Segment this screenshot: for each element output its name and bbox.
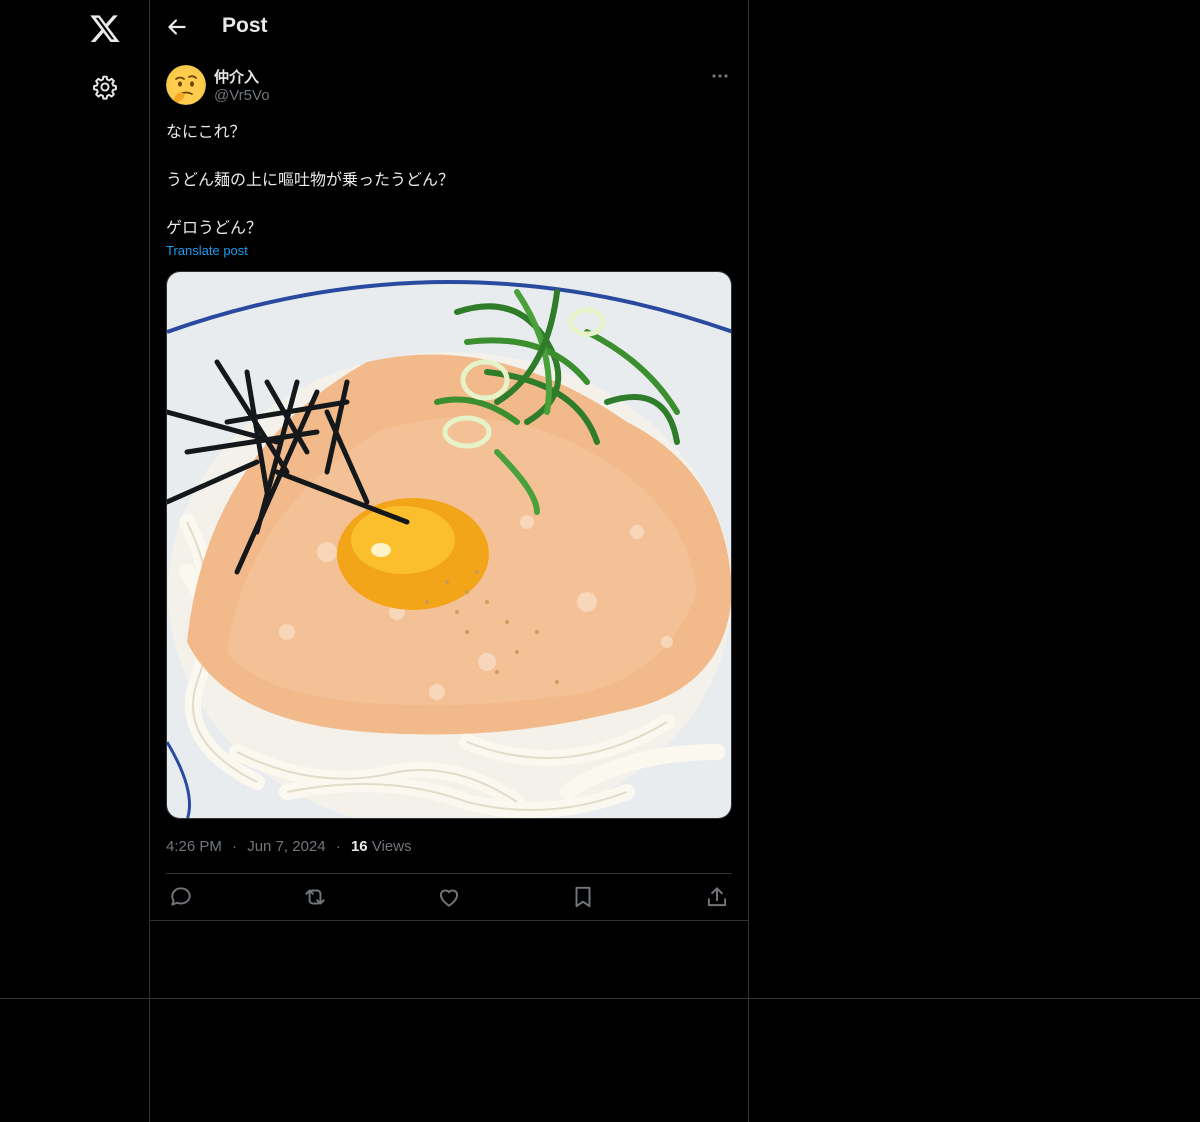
post-author: 仲介入 @Vr5Vo — [166, 64, 732, 108]
post-actions — [166, 882, 732, 912]
arrow-left-icon[interactable] — [164, 14, 190, 40]
repost-icon[interactable] — [302, 884, 328, 910]
meta-dot: · — [335, 838, 341, 855]
udon-photo — [167, 272, 731, 818]
reply-icon[interactable] — [168, 884, 194, 910]
post-time[interactable]: 4:26 PM — [166, 838, 222, 855]
post-image[interactable] — [166, 271, 732, 819]
post-column: Post 仲介入 @Vr5Vo なにこれ？ うどん麺の上に嘔吐物が乗ったうどん？… — [150, 0, 749, 1122]
heart-icon[interactable] — [436, 884, 462, 910]
display-name[interactable]: 仲介入 — [214, 66, 259, 87]
share-icon[interactable] — [704, 884, 730, 910]
divider — [166, 873, 732, 874]
gear-icon[interactable] — [92, 74, 118, 100]
post-text: なにこれ？ うどん麺の上に嘔吐物が乗ったうどん？ ゲロうどん？ — [166, 122, 455, 237]
translate-post-link[interactable]: Translate post — [166, 243, 248, 258]
bookmark-icon[interactable] — [570, 884, 596, 910]
page-divider — [0, 998, 1200, 999]
header: Post — [150, 0, 748, 54]
left-navigation — [0, 0, 150, 1122]
user-handle[interactable]: @Vr5Vo — [214, 87, 270, 104]
views-label: Views — [371, 838, 412, 855]
meta-dot: · — [232, 838, 238, 855]
page-title: Post — [222, 14, 268, 37]
post-metadata: 4:26 PM · Jun 7, 2024 · 16 Views — [166, 838, 412, 855]
more-options-icon[interactable] — [708, 66, 732, 86]
x-logo-icon[interactable] — [89, 12, 121, 44]
post-date[interactable]: Jun 7, 2024 — [247, 838, 325, 855]
views-count: 16 — [350, 838, 368, 855]
post-bottom-border — [150, 920, 749, 921]
avatar[interactable] — [166, 65, 206, 105]
